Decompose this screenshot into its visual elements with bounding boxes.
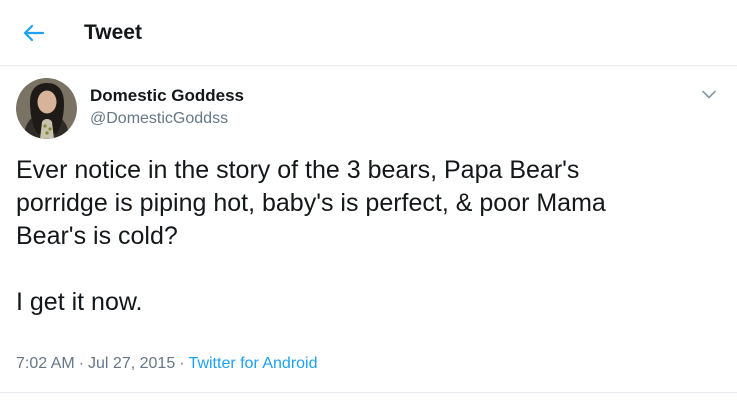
avatar[interactable]: [16, 78, 77, 139]
chevron-down-icon: [702, 90, 716, 98]
author-display-name[interactable]: Domestic Goddess: [90, 86, 244, 106]
tweet-text-line: porridge is piping hot, baby's is perfec…: [16, 189, 606, 217]
arrow-left-icon: [23, 24, 45, 42]
page-header: Tweet: [0, 0, 737, 66]
back-button[interactable]: [14, 15, 54, 51]
meta-separator: ·: [78, 355, 85, 372]
tweet-text-line: Ever notice in the story of the 3 bears,…: [16, 156, 580, 184]
tweet-text-line: Bear's is cold?: [16, 222, 178, 250]
profile-photo: [16, 78, 77, 139]
page-title: Tweet: [84, 21, 142, 44]
tweet-text-line: I get it now.: [16, 288, 143, 316]
tweet-text: Ever notice in the story of the 3 bears,…: [16, 154, 716, 319]
tweet-date[interactable]: Jul 27, 2015: [88, 355, 175, 372]
tweet-time[interactable]: 7:02 AM: [16, 355, 75, 372]
meta-separator: ·: [179, 355, 185, 372]
author-handle[interactable]: @DomesticGoddss: [90, 109, 228, 129]
divider: [0, 392, 737, 393]
tweet-metadata: 7:02 AM · Jul 27, 2015 · Twitter for Android: [16, 354, 318, 374]
tweet-menu-button[interactable]: [697, 84, 721, 104]
tweet-source-link[interactable]: Twitter for Android: [189, 355, 318, 372]
